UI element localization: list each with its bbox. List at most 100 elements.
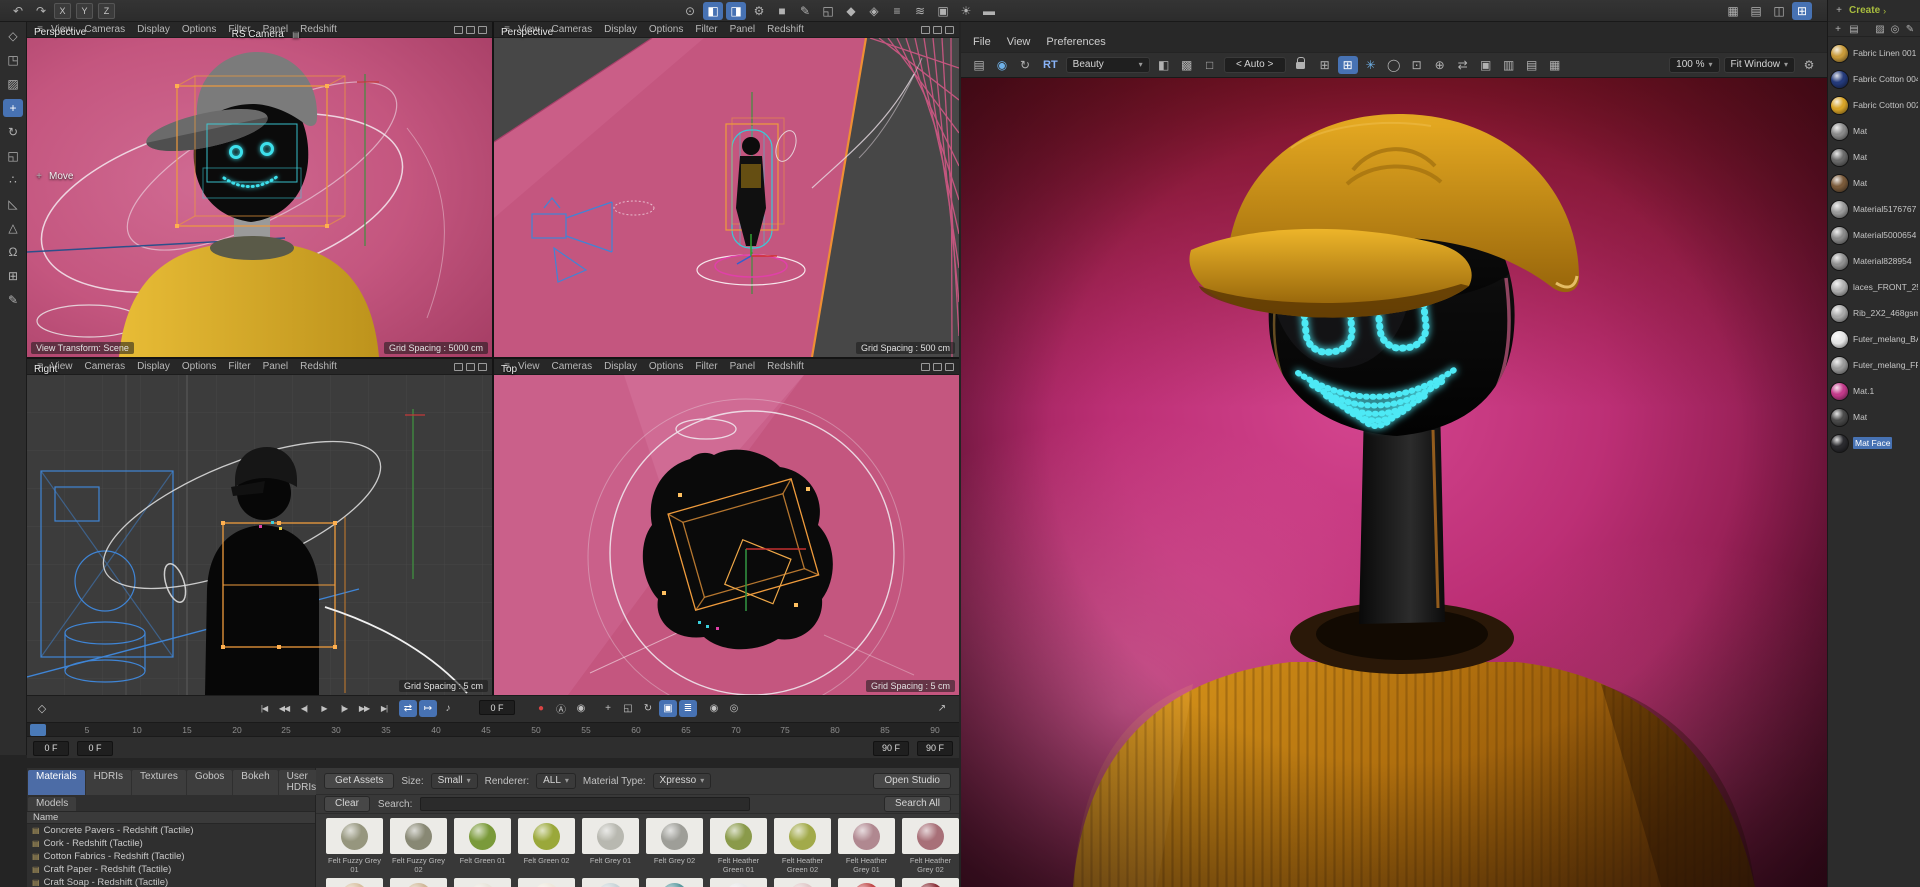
go-to-start-icon[interactable]: |◀ xyxy=(255,700,273,717)
material-thumbnail[interactable]: Felt Green 01 xyxy=(454,818,511,874)
add-material-icon[interactable]: + xyxy=(1832,4,1846,18)
viewport-menu-item[interactable]: Display xyxy=(604,361,637,372)
snapshot-current-icon[interactable]: ▣ xyxy=(1476,56,1496,74)
next-key-icon[interactable]: ▶▶ xyxy=(355,700,373,717)
next-frame-icon[interactable]: |▶ xyxy=(335,700,353,717)
layout-standard-icon[interactable]: ▦ xyxy=(1723,2,1743,20)
Bokeh[interactable]: Bokeh xyxy=(233,770,278,795)
crop-icon[interactable]: □ xyxy=(1200,56,1220,74)
material-thumbnail[interactable]: Felt Fuzzy Grey 01 xyxy=(326,818,383,874)
material-thumbnail[interactable]: Felt Green 02 xyxy=(518,818,575,874)
mograph-icon[interactable]: ≡ xyxy=(887,2,907,20)
points-mode-icon[interactable]: ∴ xyxy=(3,171,23,189)
tree-item[interactable]: ▤ Craft Paper - Redshift (Tactile) xyxy=(27,863,315,876)
render-menu-item[interactable]: View xyxy=(1007,36,1031,48)
viewport-corner-icon[interactable] xyxy=(466,363,475,371)
viewport-menu-item[interactable]: Redshift xyxy=(300,24,337,35)
axis-toggle-button[interactable]: Y xyxy=(76,2,93,19)
tree-item[interactable]: ▤ Cotton Fabrics - Redshift (Tactile) xyxy=(27,850,315,863)
material-list-item[interactable]: Mat xyxy=(1828,118,1920,144)
solo-animation-icon[interactable]: ◎ xyxy=(725,700,743,717)
repeat-mode-icon[interactable]: ⇄ xyxy=(399,700,417,717)
edges-mode-icon[interactable]: ◺ xyxy=(3,195,23,213)
pen-icon[interactable]: ✎ xyxy=(3,291,23,309)
material-list-item[interactable]: laces_FRONT_2523 xyxy=(1828,274,1920,300)
autokey-icon[interactable]: Ⓐ xyxy=(552,700,570,717)
search-all-button[interactable]: Search All xyxy=(883,796,951,812)
create-menu[interactable]: Create xyxy=(1849,5,1880,16)
workplane-icon[interactable]: ⊞ xyxy=(3,267,23,285)
material-thumbnail[interactable]: Felt Heather Green 02 xyxy=(774,818,831,874)
material-thumbnail[interactable] xyxy=(646,878,703,887)
viewport-canvas[interactable] xyxy=(27,38,492,357)
rt-button[interactable]: RT xyxy=(1043,59,1058,71)
material-list-item[interactable]: Material5176767 xyxy=(1828,196,1920,222)
render-canvas[interactable] xyxy=(961,78,1827,887)
viewport-menu-item[interactable]: Cameras xyxy=(552,361,593,372)
viewport-corner-icon[interactable] xyxy=(945,363,954,371)
magnify-icon[interactable]: ◎ xyxy=(1888,22,1902,36)
scale-tool-icon[interactable]: ◱ xyxy=(3,147,23,165)
camera-label[interactable]: RS Camera ▤ xyxy=(232,27,303,41)
freeze-tessellation-icon[interactable]: ✳ xyxy=(1361,56,1381,74)
material-type-select[interactable]: Xpresso ▾ xyxy=(652,773,712,789)
snapshot-film-icon[interactable]: ▤ xyxy=(969,56,989,74)
sound-icon[interactable]: ♪ xyxy=(439,700,457,717)
viewport-corner-icon[interactable] xyxy=(478,363,487,371)
texture-mode-icon[interactable]: ▨ xyxy=(3,75,23,93)
range-end-field[interactable]: 90 F xyxy=(873,740,909,756)
previous-frame-icon[interactable]: ◀| xyxy=(295,700,313,717)
get-assets-button[interactable]: Get Assets xyxy=(324,773,395,789)
material-list-item[interactable]: Mat Face xyxy=(1828,430,1920,456)
viewport-menu-item[interactable]: Options xyxy=(182,361,216,372)
material-thumbnail[interactable]: Felt Heather Green 01 xyxy=(710,818,767,874)
viewport-menu-item[interactable]: Cameras xyxy=(85,24,126,35)
dither-icon[interactable]: ▩ xyxy=(1177,56,1197,74)
material-thumbnail[interactable] xyxy=(326,878,383,887)
model-mode-icon[interactable]: ◳ xyxy=(3,51,23,69)
aov-select[interactable]: Beauty ▾ xyxy=(1065,57,1150,73)
viewport-menu-item[interactable]: Filter xyxy=(228,361,250,372)
material-thumbnail[interactable]: Felt Heather Grey 02 xyxy=(902,818,959,874)
range-end-field[interactable]: 90 F xyxy=(917,740,953,756)
range-start-field[interactable]: 0 F xyxy=(77,740,113,756)
render-picture-viewer-icon[interactable]: ◨ xyxy=(726,1,746,20)
paint-mode-icon[interactable]: ▨ xyxy=(1873,22,1887,36)
Materials[interactable]: Materials xyxy=(28,770,85,795)
viewport-corner-icon[interactable] xyxy=(933,363,942,371)
material-list-item[interactable]: Fabric Cotton 004 0 xyxy=(1828,66,1920,92)
material-thumbnail[interactable] xyxy=(902,878,959,887)
make-editable-icon[interactable]: ◇ xyxy=(3,27,23,45)
material-list-item[interactable]: Mat xyxy=(1828,170,1920,196)
keyframe-diamond-icon[interactable]: ◇ xyxy=(33,700,51,717)
rotate-tool-icon[interactable]: ↻ xyxy=(3,123,23,141)
viewport-menu-item[interactable]: View xyxy=(518,361,540,372)
viewport-menu-item[interactable]: Panel xyxy=(263,361,289,372)
primitive-cube-icon[interactable]: ■ xyxy=(772,2,792,20)
Textures[interactable]: Textures xyxy=(132,770,186,795)
viewport-canvas[interactable] xyxy=(27,375,492,695)
viewport-corner-icon[interactable] xyxy=(466,26,475,34)
snapshot-list-icon[interactable]: ▥ xyxy=(1499,56,1519,74)
viewport-menu-item[interactable]: Redshift xyxy=(300,361,337,372)
layout-quad-icon[interactable]: ⊞ xyxy=(1792,1,1812,20)
viewport-canvas[interactable] xyxy=(494,38,959,357)
material-thumbnail[interactable] xyxy=(390,878,447,887)
render-region-icon[interactable]: ⊡ xyxy=(1407,56,1427,74)
current-frame-field[interactable]: 0 F xyxy=(479,700,515,715)
clear-button[interactable]: Clear xyxy=(324,796,370,812)
keyframe-selection-icon[interactable]: ◉ xyxy=(572,700,590,717)
viewport-corner-icon[interactable] xyxy=(921,363,930,371)
zoom-select[interactable]: 100 % ▾ xyxy=(1669,57,1720,73)
range-start-field[interactable]: 0 F xyxy=(33,740,69,756)
snap-icon[interactable]: Ω xyxy=(3,243,23,261)
viewport-menu-item[interactable]: Panel xyxy=(730,24,756,35)
material-thumbnail[interactable] xyxy=(710,878,767,887)
viewport-menu-item[interactable]: Filter xyxy=(695,24,717,35)
material-thumbnail[interactable] xyxy=(582,878,639,887)
viewport-corner-icon[interactable] xyxy=(454,26,463,34)
record-rotation-icon[interactable]: ↻ xyxy=(639,700,657,717)
shape-overlay-icon[interactable]: ◯ xyxy=(1384,56,1404,74)
material-thumbnail[interactable] xyxy=(838,878,895,887)
viewport-menu-item[interactable]: Display xyxy=(604,24,637,35)
